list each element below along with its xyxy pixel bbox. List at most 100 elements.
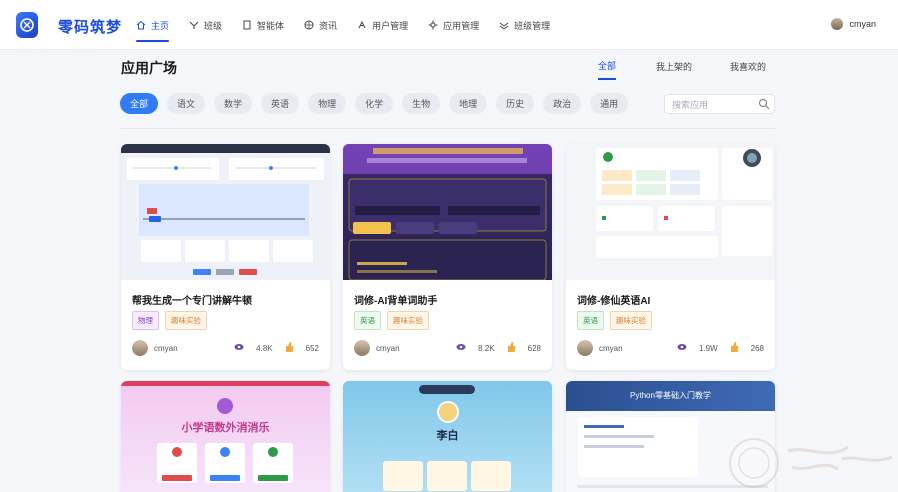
card-heading: 小学语数外消消乐 [181,422,270,434]
manage-icon [499,20,509,30]
doc-icon [242,20,252,30]
mode-button [258,475,288,481]
view-count: 1.9W [698,343,718,353]
search-input[interactable]: 搜索应用 [664,94,775,114]
avatar [831,18,844,30]
user-name: cmyan [849,19,876,29]
info-panel [471,461,511,491]
nav-label: 主页 [151,20,170,31]
nav-label: 班级管理 [514,20,551,31]
info-panel [383,461,423,491]
tab-my-liked[interactable]: 我喜欢的 [730,52,766,80]
nav-label: 班级 [204,20,223,31]
eye-icon [456,343,466,353]
filter-geography[interactable]: 地理 [449,93,488,114]
app-card[interactable]: 李白 [343,381,552,492]
like-count: 652 [305,343,319,353]
filter-physics[interactable]: 物理 [308,93,347,114]
lesson-line [584,435,654,438]
app-card[interactable]: 词修-AI背单词助手 英语 趣味实验 cmyan 8.2K 628 [343,144,552,370]
card-title: 帮我生成一个专门讲解牛顿 [132,296,252,307]
card-heading: 李白 [436,430,459,442]
card-title: 词修-修仙英语AI [577,296,651,307]
page-title: 应用广场 [121,60,177,76]
subject-filters: 全部 语文 数学 英语 物理 化学 生物 地理 历史 政治 通用 [120,93,637,114]
nav-label: 资讯 [319,20,338,31]
author-name: cmyan [154,343,178,353]
filter-english[interactable]: 英语 [261,93,300,114]
app-thumbnail [343,144,552,280]
divider [121,128,775,129]
tag-list: 物理 趣味实验 [132,311,213,330]
filter-history[interactable]: 历史 [496,93,535,114]
filter-politics[interactable]: 政治 [543,93,582,114]
card-heading: Python零基础入门教学 [566,381,775,411]
subject-tag: 英语 [577,311,604,330]
nav-label: 应用管理 [443,20,480,31]
filter-biology[interactable]: 生物 [402,93,441,114]
view-count: 8.2K [478,343,495,353]
category-tag: 趣味实验 [387,311,429,330]
nav-agent[interactable]: 智能体 [242,0,284,50]
nav-class[interactable]: 班级 [189,0,222,50]
app-card[interactable]: 帮我生成一个专门讲解牛顿 物理 趣味实验 cmyan 4.8K 652 [121,144,330,370]
category-tag: 趣味实验 [610,311,652,330]
nav-home[interactable]: 主页 [136,0,170,50]
author-name: cmyan [376,343,400,353]
nav-label: 用户管理 [372,20,409,31]
watermark-logo [722,433,898,492]
filter-general[interactable]: 通用 [590,93,629,114]
nav-class-manage[interactable]: 班级管理 [499,0,550,50]
author-avatar [354,340,370,356]
mode-icon [220,447,230,457]
top-navbar: 零码筑梦 主页 班级 智能体 资讯 用户管理 应用管理 班级管理 cmyan [0,0,898,50]
filter-chinese[interactable]: 语文 [167,93,206,114]
tag-list: 英语 趣味实验 [354,311,435,330]
like-count: 628 [527,343,541,353]
app-thumbnail [121,144,330,280]
subject-tag: 英语 [354,311,381,330]
like-icon[interactable] [730,342,739,354]
card-accent-bar [121,381,330,386]
brand-name[interactable]: 零码筑梦 [58,16,122,37]
class-icon [189,20,199,30]
subject-tag: 物理 [132,311,159,330]
app-card[interactable]: 词修-修仙英语AI 英语 趣味实验 cmyan 1.9W 268 [566,144,775,370]
app-logo[interactable] [16,12,38,38]
tag-list: 英语 趣味实验 [577,311,658,330]
user-icon [357,20,367,30]
eye-icon [677,343,687,353]
lesson-line [584,425,624,428]
lesson-line [584,445,644,448]
header-pill [419,385,475,394]
author-name: cmyan [599,343,623,353]
app-thumbnail [566,144,775,280]
filter-math[interactable]: 数学 [214,93,253,114]
tab-all[interactable]: 全部 [598,52,617,80]
tab-my-published[interactable]: 我上架的 [656,52,692,80]
filter-all[interactable]: 全部 [120,93,159,114]
like-icon[interactable] [507,342,516,354]
like-icon[interactable] [285,342,294,354]
search-icon[interactable] [758,98,770,112]
nav-apps[interactable]: 应用管理 [428,0,479,50]
card-footer: cmyan 8.2K 628 [354,340,541,356]
character-avatar [437,401,459,423]
user-menu[interactable]: cmyan [831,18,876,30]
filter-chemistry[interactable]: 化学 [355,93,394,114]
mode-icon [172,447,182,457]
app-card[interactable]: 小学语数外消消乐 [121,381,330,492]
globe-icon [304,20,314,30]
nav-news[interactable]: 资讯 [304,0,337,50]
eye-icon [234,343,244,353]
like-count: 268 [750,343,764,353]
mode-button [210,475,240,481]
view-count: 4.8K [256,343,273,353]
card-footer: cmyan 1.9W 268 [577,340,764,356]
app-icon [217,398,233,414]
mode-button [162,475,192,481]
nav-label: 智能体 [257,20,285,31]
nav-users[interactable]: 用户管理 [357,0,408,50]
category-tag: 趣味实验 [165,311,207,330]
gear-icon [428,20,438,30]
